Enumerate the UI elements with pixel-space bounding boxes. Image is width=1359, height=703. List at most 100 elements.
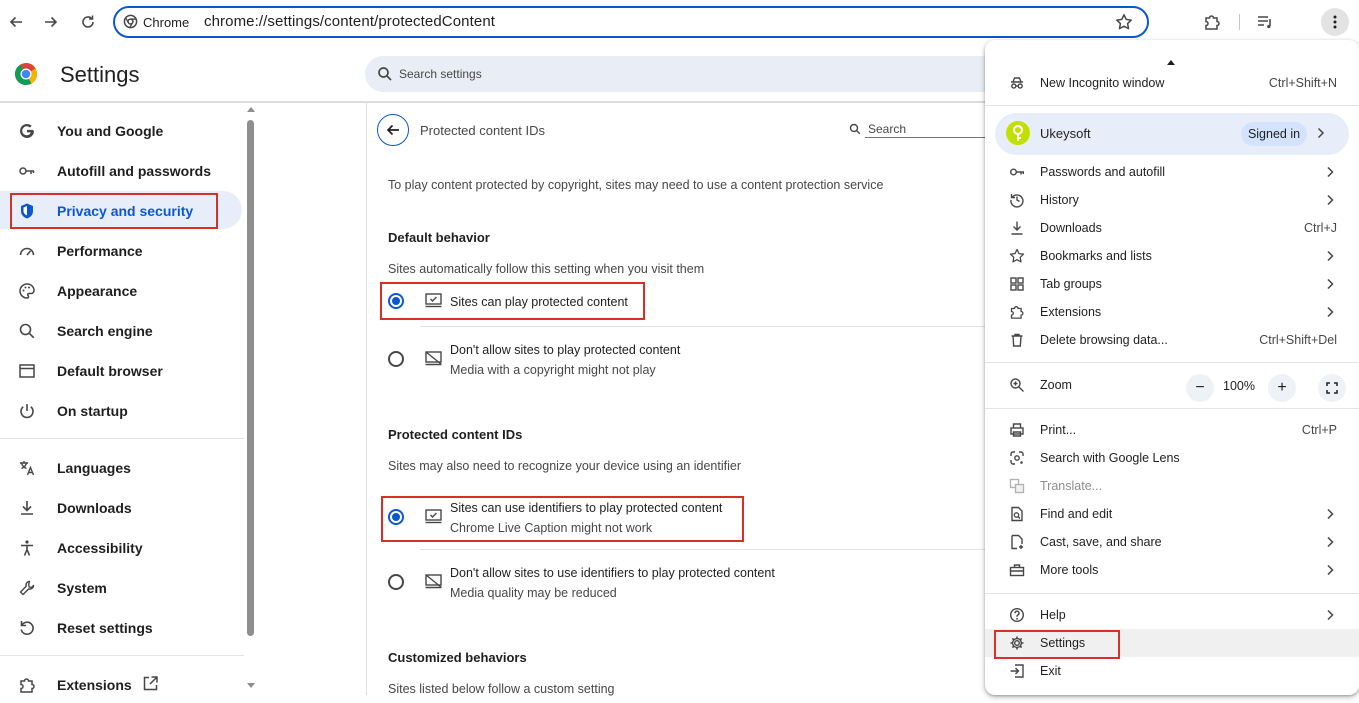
- accessibility-icon: [21, 540, 33, 556]
- option-block-label[interactable]: Don't allow sites to play protected cont…: [450, 343, 680, 357]
- sidebar-item-accessibility[interactable]: Accessibility: [0, 528, 242, 566]
- sidebar-item-label: Downloads: [57, 500, 132, 516]
- default-behavior-heading: Default behavior: [388, 230, 490, 245]
- chevron-right-icon: [1327, 278, 1334, 290]
- sidebar-item-label: Extensions: [57, 677, 132, 693]
- sidebar-item-downloads[interactable]: Downloads: [0, 488, 242, 526]
- forward-button[interactable]: [37, 8, 65, 36]
- menu-item-print[interactable]: Print... Ctrl+P: [985, 416, 1359, 444]
- menu-item-zoom: Zoom: [985, 371, 1359, 399]
- ids-block-label[interactable]: Don't allow sites to use identifiers to …: [450, 566, 775, 580]
- menu-item-label: Zoom: [1040, 378, 1072, 392]
- chrome-chip-label[interactable]: Chrome: [143, 15, 189, 30]
- sidebar-item-label: Languages: [57, 460, 131, 476]
- download-icon: [1011, 221, 1023, 235]
- sidebar-item-search-engine[interactable]: Search engine: [0, 311, 242, 349]
- media-control-button[interactable]: [1251, 8, 1279, 36]
- menu-item-label: Passwords and autofill: [1040, 165, 1166, 179]
- customized-desc: Sites listed below follow a custom setti…: [388, 682, 615, 696]
- star-icon[interactable]: [1115, 13, 1133, 31]
- panel-search-input[interactable]: Search: [868, 122, 906, 136]
- menu-item-shortcut: Ctrl+Shift+Del: [1259, 333, 1337, 347]
- chrome-menu-button[interactable]: [1321, 8, 1349, 36]
- menu-item-google-lens[interactable]: Search with Google Lens: [985, 444, 1359, 472]
- menu-item-exit[interactable]: Exit: [985, 657, 1359, 685]
- sidebar-item-on-startup[interactable]: On startup: [0, 391, 242, 429]
- sidebar-item-label: Appearance: [57, 283, 138, 299]
- sidebar-item-autofill[interactable]: Autofill and passwords: [0, 151, 242, 189]
- lens-icon: [1010, 451, 1024, 465]
- menu-item-bookmarks[interactable]: Bookmarks and lists: [985, 242, 1359, 270]
- url-text[interactable]: chrome://settings/content/protectedConte…: [204, 13, 495, 30]
- cast-save-icon: [1011, 534, 1023, 550]
- browser-toolbar: Chrome chrome://settings/content/protect…: [0, 0, 1359, 44]
- sidebar-item-reset-settings[interactable]: Reset settings: [0, 608, 242, 646]
- radio-block-identifiers[interactable]: [388, 574, 404, 590]
- menu-item-find-and-edit[interactable]: Find and edit: [985, 500, 1359, 528]
- translate-icon: [1009, 478, 1025, 494]
- scroll-down-arrow-icon[interactable]: [247, 683, 255, 689]
- menu-item-passwords[interactable]: Passwords and autofill: [985, 158, 1359, 186]
- sidebar-item-languages[interactable]: Languages: [0, 448, 242, 486]
- menu-item-extensions[interactable]: Extensions: [985, 298, 1359, 326]
- printer-icon: [1010, 423, 1024, 437]
- status-badge: Signed in: [1241, 122, 1307, 146]
- scroll-up-arrow-icon[interactable]: [247, 106, 255, 112]
- menu-item-tab-groups[interactable]: Tab groups: [985, 270, 1359, 298]
- panel-title: Protected content IDs: [420, 123, 546, 138]
- sidebar-item-default-browser[interactable]: Default browser: [0, 351, 242, 389]
- sidebar-divider: [0, 655, 244, 656]
- search-icon: [378, 67, 392, 81]
- menu-item-shortcut: Ctrl+P: [1301, 423, 1337, 437]
- fullscreen-button[interactable]: [1318, 374, 1346, 402]
- playlist-icon: [1258, 16, 1271, 29]
- zoom-out-button[interactable]: −: [1186, 374, 1214, 402]
- sidebar-item-you-and-google[interactable]: You and Google: [0, 111, 242, 149]
- highlight-box: [10, 193, 218, 229]
- google-g-icon: [20, 123, 34, 138]
- back-button[interactable]: [2, 8, 30, 36]
- menu-divider: [985, 593, 1359, 594]
- reload-button[interactable]: [74, 8, 102, 36]
- menu-item-cast-save-share[interactable]: Cast, save, and share: [985, 528, 1359, 556]
- menu-item-history[interactable]: History: [985, 186, 1359, 214]
- sidebar-item-appearance[interactable]: Appearance: [0, 271, 242, 309]
- search-placeholder: Search settings: [399, 67, 482, 81]
- sidebar-item-extensions[interactable]: Extensions: [0, 665, 242, 703]
- chevron-right-icon: [1327, 166, 1334, 178]
- zoom-in-button[interactable]: +: [1268, 374, 1296, 402]
- profile-name: Ukeysoft: [1040, 126, 1091, 141]
- monitor-blocked-icon: [425, 351, 442, 366]
- menu-profile-row[interactable]: Ukeysoft Signed in: [995, 113, 1349, 155]
- sidebar-item-performance[interactable]: Performance: [0, 231, 242, 269]
- menu-divider: [985, 105, 1359, 106]
- settings-search-box[interactable]: Search settings: [365, 56, 1005, 92]
- menu-item-label: Cast, save, and share: [1040, 535, 1162, 549]
- menu-item-new-incognito[interactable]: New Incognito window Ctrl+Shift+N: [985, 69, 1359, 97]
- arrow-left-icon: [9, 16, 22, 28]
- menu-item-more-tools[interactable]: More tools: [985, 556, 1359, 584]
- panel-back-button[interactable]: [377, 114, 409, 146]
- reload-icon: [82, 15, 94, 28]
- chevron-right-icon: [1317, 127, 1325, 139]
- menu-item-shortcut: Ctrl+Shift+N: [1268, 76, 1337, 90]
- menu-item-delete-browsing-data[interactable]: Delete browsing data... Ctrl+Shift+Del: [985, 326, 1359, 354]
- trash-icon: [1011, 333, 1023, 347]
- menu-item-label: New Incognito window: [1040, 76, 1165, 90]
- address-bar[interactable]: Chrome chrome://settings/content/protect…: [113, 6, 1149, 38]
- menu-item-help[interactable]: Help: [985, 601, 1359, 629]
- menu-item-label: Print...: [1040, 423, 1077, 437]
- arrow-left-icon: [386, 124, 399, 136]
- key-icon: [1010, 168, 1024, 176]
- power-icon: [20, 404, 34, 419]
- puzzle-icon: [1205, 15, 1220, 30]
- radio-block-protected-content[interactable]: [388, 351, 404, 367]
- sidebar-item-system[interactable]: System: [0, 568, 242, 606]
- menu-item-downloads[interactable]: Downloads Ctrl+J: [985, 214, 1359, 242]
- sidebar-item-label: System: [57, 580, 107, 596]
- search-icon: [849, 123, 861, 135]
- extensions-toolbar-button[interactable]: [1198, 8, 1226, 36]
- sidebar-scrollbar-thumb[interactable]: [247, 120, 254, 636]
- fullscreen-icon: [1326, 382, 1338, 394]
- menu-item-label: More tools: [1040, 563, 1099, 577]
